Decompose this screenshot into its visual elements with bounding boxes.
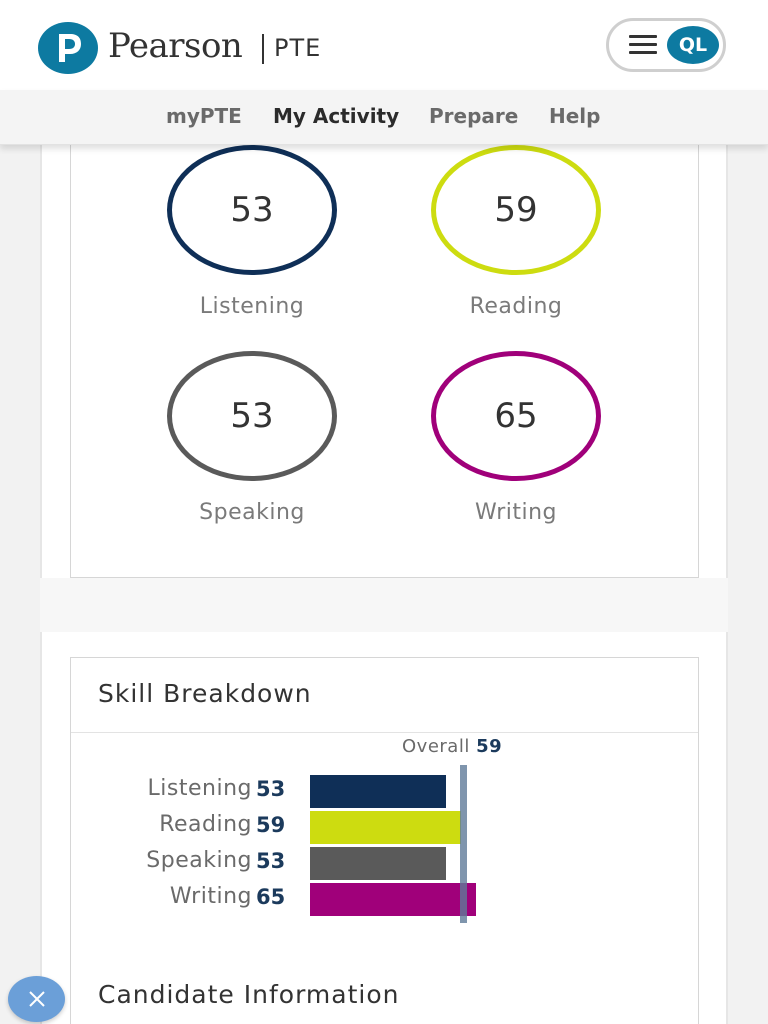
brand-name: Pearson [108,26,243,66]
bar-reading [310,811,461,844]
bar-value-writing: 65 [256,885,286,909]
bar-label-listening: Listening [147,776,252,801]
account-menu-button[interactable]: QL [606,18,726,72]
product-name: PTE [274,34,322,62]
bar-label-speaking: Speaking [146,848,252,873]
writing-label: Writing [474,500,558,525]
close-icon [28,991,45,1007]
avatar[interactable]: QL [667,26,719,64]
skill-breakdown-title: Skill Breakdown [98,679,312,708]
reading-score-ring: 59 [431,145,601,275]
nav-item-prepare[interactable]: Prepare [429,104,518,128]
bar-listening [310,775,446,808]
bar-value-speaking: 53 [256,849,286,873]
bar-label-reading: Reading [159,812,252,837]
bar-value-reading: 59 [256,813,286,837]
hamburger-icon[interactable] [629,35,657,55]
speaking-score-ring: 53 [167,351,337,481]
section-gap [40,578,728,632]
listening-label: Listening [199,294,305,319]
divider [71,732,698,733]
overall-label-text: Overall [402,736,470,757]
speaking-score: 53 [230,396,274,436]
brand-divider [262,34,264,64]
bar-value-listening: 53 [256,777,286,801]
pearson-logo-icon[interactable] [38,22,98,74]
bar-writing [310,883,476,916]
listening-score: 53 [230,190,274,230]
reading-score: 59 [494,190,538,230]
close-button[interactable] [8,976,65,1022]
overall-score-label: Overall 59 [402,736,502,757]
overall-marker-line [460,765,467,923]
bar-speaking [310,847,446,880]
nav-item-mypte[interactable]: myPTE [166,104,242,128]
nav-item-help[interactable]: Help [549,104,600,128]
app-header: Pearson PTE QL [0,0,768,90]
main-nav: myPTE My Activity Prepare Help [0,90,768,145]
speaking-label: Speaking [199,500,305,525]
bar-label-writing: Writing [169,884,252,909]
writing-score: 65 [494,396,538,436]
reading-label: Reading [469,294,563,319]
candidate-information-title: Candidate Information [98,980,400,1009]
nav-item-my-activity[interactable]: My Activity [273,104,399,128]
overall-score-value: 59 [476,736,503,757]
listening-score-ring: 53 [167,145,337,275]
writing-score-ring: 65 [431,351,601,481]
